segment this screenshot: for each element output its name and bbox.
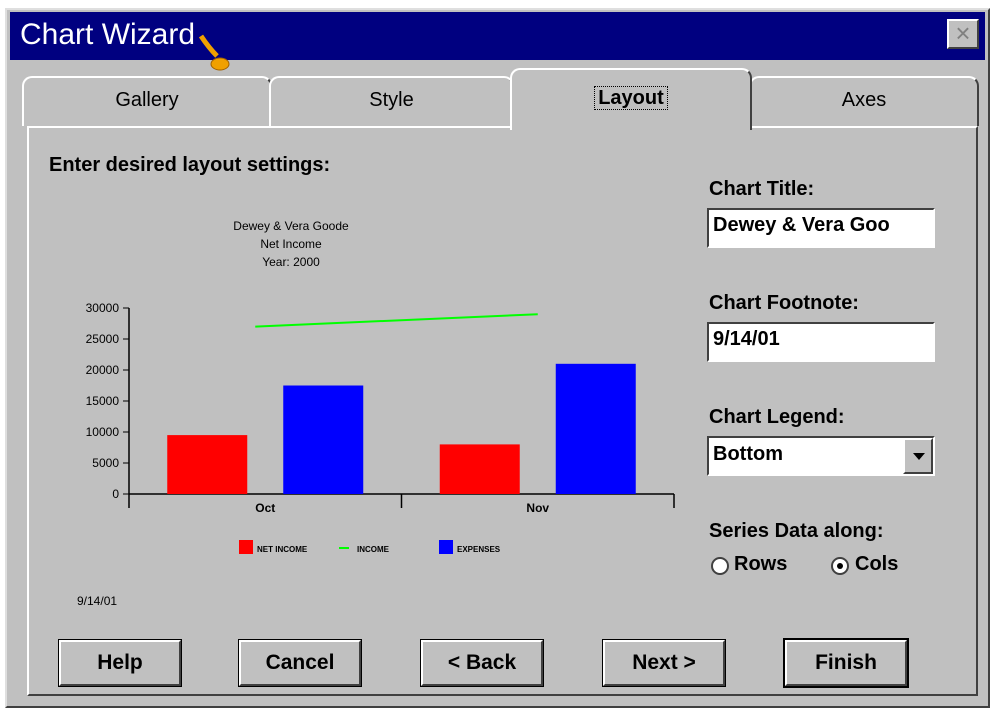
y-tick-label: 5000 bbox=[92, 456, 119, 470]
tab-layout[interactable]: Layout bbox=[510, 68, 752, 130]
x-tick-label: Nov bbox=[526, 501, 549, 515]
tab-gallery-label: Gallery bbox=[115, 89, 179, 111]
chart-preview: Dewey & Vera Goode Net Income Year: 2000 0 5… bbox=[77, 219, 675, 608]
tab-layout-label: Layout bbox=[594, 86, 668, 110]
rows-radio-label[interactable]: Rows bbox=[734, 553, 787, 576]
chart-title-label: Chart Title: bbox=[709, 178, 815, 200]
legend-label: EXPENSES bbox=[457, 545, 501, 554]
y-tick-label: 30000 bbox=[86, 301, 120, 315]
tab-axes[interactable]: Axes bbox=[749, 76, 979, 126]
chart-footnote-input[interactable]: 9/14/01 bbox=[707, 322, 935, 362]
x-tick-label: Oct bbox=[255, 501, 275, 515]
chart-footnote-label: Chart Footnote: bbox=[709, 292, 859, 314]
legend-swatch bbox=[239, 540, 253, 554]
chart-legend-value: Bottom bbox=[713, 443, 783, 465]
chart-title-input[interactable]: Dewey & Vera Goo bbox=[707, 208, 935, 248]
series-data-label: Series Data along: bbox=[709, 520, 884, 542]
chart-footnote: 9/14/01 bbox=[77, 594, 117, 608]
chart-title-line: Dewey & Vera Goode bbox=[233, 219, 349, 233]
chart-legend-label: Chart Legend: bbox=[709, 406, 845, 428]
rows-radio[interactable] bbox=[711, 557, 729, 575]
chart-wizard-window: Chart Wizard × Gallery Style Layout Axes… bbox=[5, 8, 990, 708]
chevron-down-icon[interactable] bbox=[903, 438, 933, 474]
y-tick-label: 20000 bbox=[86, 363, 120, 377]
tab-style-label: Style bbox=[369, 89, 414, 111]
tab-style[interactable]: Style bbox=[269, 76, 514, 126]
title-bar[interactable]: Chart Wizard × bbox=[10, 12, 985, 71]
line-income bbox=[255, 313, 538, 328]
y-tick-label: 15000 bbox=[86, 394, 120, 408]
layout-prompt: Enter desired layout settings: bbox=[49, 154, 331, 176]
cols-radio-label[interactable]: Cols bbox=[855, 553, 898, 576]
legend-label: NET INCOME bbox=[257, 545, 308, 554]
bar-expenses bbox=[555, 363, 636, 494]
chart-legend-select[interactable]: Bottom bbox=[707, 436, 935, 476]
close-button[interactable]: × bbox=[947, 19, 979, 49]
chart-title-line: Year: 2000 bbox=[262, 255, 320, 269]
bar-expenses bbox=[283, 385, 364, 494]
cols-radio[interactable] bbox=[831, 557, 849, 575]
tab-axes-label: Axes bbox=[841, 89, 887, 111]
legend-label: INCOME bbox=[357, 545, 390, 554]
bar-net-income bbox=[167, 435, 248, 494]
window-title: Chart Wizard bbox=[20, 18, 196, 51]
y-tick-label: 10000 bbox=[86, 425, 120, 439]
chart-title-line: Net Income bbox=[260, 237, 322, 251]
tab-gallery[interactable]: Gallery bbox=[22, 76, 272, 126]
y-tick-label: 0 bbox=[112, 487, 119, 501]
y-tick-label: 25000 bbox=[86, 332, 120, 346]
layout-panel: Enter desired layout settings: Dewey & V… bbox=[27, 126, 978, 696]
bar-net-income bbox=[439, 444, 520, 494]
legend-swatch bbox=[439, 540, 453, 554]
